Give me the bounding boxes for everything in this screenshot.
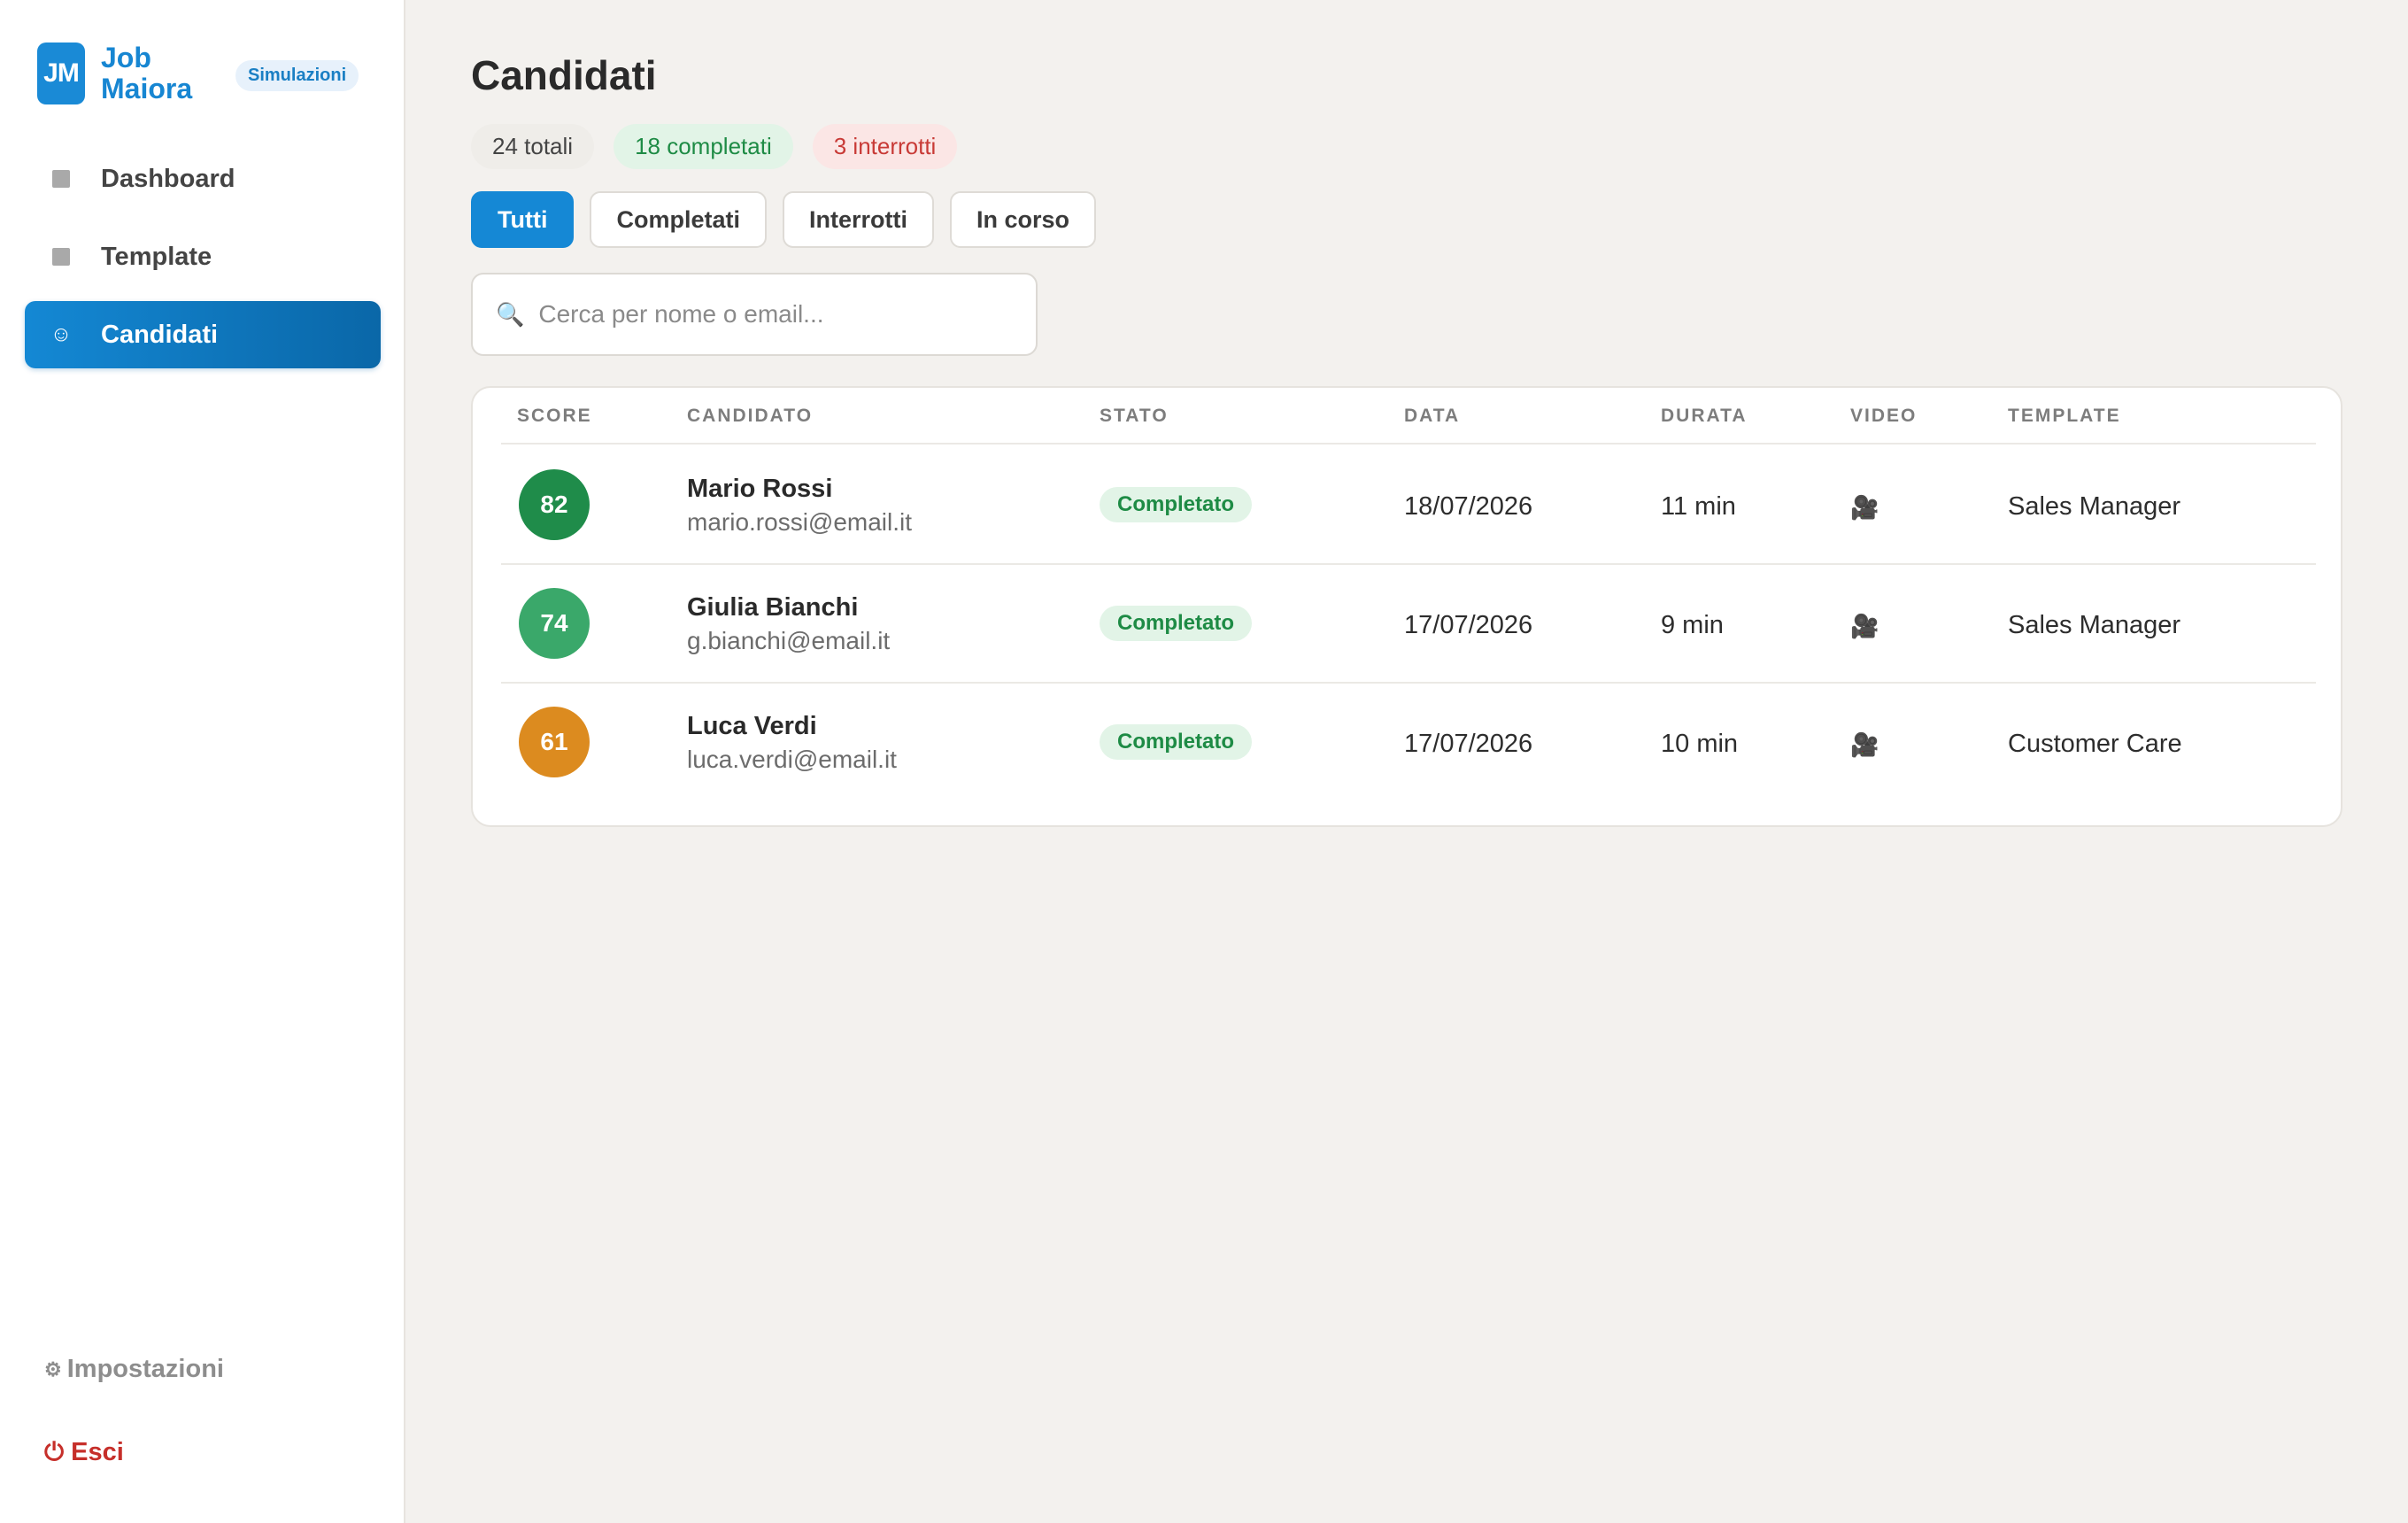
logo: JM: [37, 43, 85, 104]
table-row[interactable]: 82 Mario Rossi mario.rossi@email.it Comp…: [501, 446, 2316, 565]
sidebar-item-candidati[interactable]: ☺ Candidati: [25, 301, 381, 368]
brand-name-line1: Job: [101, 42, 151, 73]
col-candidate[interactable]: CANDIDATO: [687, 406, 813, 427]
sidebar: JM Job Maiora Simulazioni Dashboard Temp…: [0, 0, 405, 1523]
brand[interactable]: JM Job Maiora: [37, 43, 192, 104]
status-badge: Completato: [1100, 487, 1252, 522]
stat-total: 24 totali: [471, 124, 595, 169]
search-box: 🔍: [471, 273, 1038, 356]
brand-badge: Simulazioni: [235, 60, 359, 91]
stats-bar: 24 totali 18 completati 3 interrotti: [471, 124, 958, 169]
template-cell: Sales Manager: [2008, 492, 2181, 521]
duration-cell: 11 min: [1661, 492, 1736, 521]
col-video[interactable]: VIDEO: [1850, 406, 1917, 427]
square-icon: [48, 244, 74, 270]
gear-icon: ⚙: [44, 1357, 62, 1380]
filter-all-button[interactable]: Tutti: [471, 191, 575, 248]
col-template[interactable]: TEMPLATE: [2008, 406, 2121, 427]
candidate-email: luca.verdi@email.it: [687, 746, 897, 773]
duration-cell: 10 min: [1661, 730, 1739, 758]
settings-link[interactable]: ⚙ Impostazioni: [44, 1355, 224, 1384]
candidate-email: g.bianchi@email.it: [687, 627, 891, 654]
date-cell: 17/07/2026: [1404, 611, 1533, 639]
score-badge: 74: [519, 588, 590, 659]
sidebar-item-label: Candidati: [101, 320, 219, 349]
page-title: Candidati: [471, 52, 657, 98]
template-cell: Customer Care: [2008, 730, 2182, 758]
logout-link[interactable]: ⏻ Esci: [44, 1438, 124, 1467]
status-badge: Completato: [1100, 724, 1252, 760]
video-camera-icon[interactable]: 🎥: [1850, 731, 1879, 759]
status-badge: Completato: [1100, 606, 1252, 641]
col-duration[interactable]: DURATA: [1661, 406, 1748, 427]
col-status[interactable]: STATO: [1100, 406, 1169, 427]
col-score[interactable]: SCORE: [517, 406, 592, 427]
candidate-name[interactable]: Mario Rossi: [687, 475, 832, 504]
candidate-email: mario.rossi@email.it: [687, 508, 913, 536]
video-camera-icon[interactable]: 🎥: [1850, 613, 1879, 640]
table-header: SCORE CANDIDATO STATO DATA DURATA VIDEO …: [501, 388, 2316, 445]
template-cell: Sales Manager: [2008, 611, 2181, 639]
stat-interrupted: 3 interrotti: [812, 124, 958, 169]
date-cell: 17/07/2026: [1404, 730, 1533, 758]
table-row[interactable]: 61 Luca Verdi luca.verdi@email.it Comple…: [501, 684, 2316, 802]
filter-in-progress-button[interactable]: In corso: [949, 191, 1097, 248]
power-icon: ⏻: [44, 1438, 65, 1465]
sidebar-item-dashboard[interactable]: Dashboard: [25, 145, 381, 213]
sidebar-item-template[interactable]: Template: [25, 223, 381, 290]
search-input[interactable]: [538, 300, 999, 329]
table-row[interactable]: 74 Giulia Bianchi g.bianchi@email.it Com…: [501, 565, 2316, 684]
settings-label: Impostazioni: [66, 1355, 224, 1383]
sidebar-item-label: Dashboard: [101, 164, 235, 193]
smile-icon: ☺: [50, 322, 73, 346]
score-badge: 82: [519, 469, 590, 540]
brand-name: Job Maiora: [101, 43, 192, 104]
sidebar-item-label: Template: [101, 242, 212, 271]
candidate-name[interactable]: Luca Verdi: [687, 712, 817, 741]
date-cell: 18/07/2026: [1404, 492, 1533, 521]
candidate-name[interactable]: Giulia Bianchi: [687, 593, 858, 622]
filter-interrupted-button[interactable]: Interrotti: [782, 191, 934, 248]
sidebar-nav: Dashboard Template ☺ Candidati: [25, 145, 381, 379]
filter-completed-button[interactable]: Completati: [590, 191, 767, 248]
duration-cell: 9 min: [1661, 611, 1724, 639]
score-badge: 61: [519, 707, 590, 777]
filter-tabs: Tutti Completati Interrotti In corso: [471, 191, 1097, 248]
logout-label: Esci: [71, 1438, 124, 1466]
search-icon: 🔍: [496, 300, 525, 328]
brand-name-line2: Maiora: [101, 73, 193, 104]
stat-completed: 18 completati: [614, 124, 793, 169]
candidates-table: SCORE CANDIDATO STATO DATA DURATA VIDEO …: [471, 386, 2342, 827]
square-icon: [48, 166, 74, 192]
col-date[interactable]: DATA: [1404, 406, 1460, 427]
video-camera-icon[interactable]: 🎥: [1850, 494, 1879, 522]
